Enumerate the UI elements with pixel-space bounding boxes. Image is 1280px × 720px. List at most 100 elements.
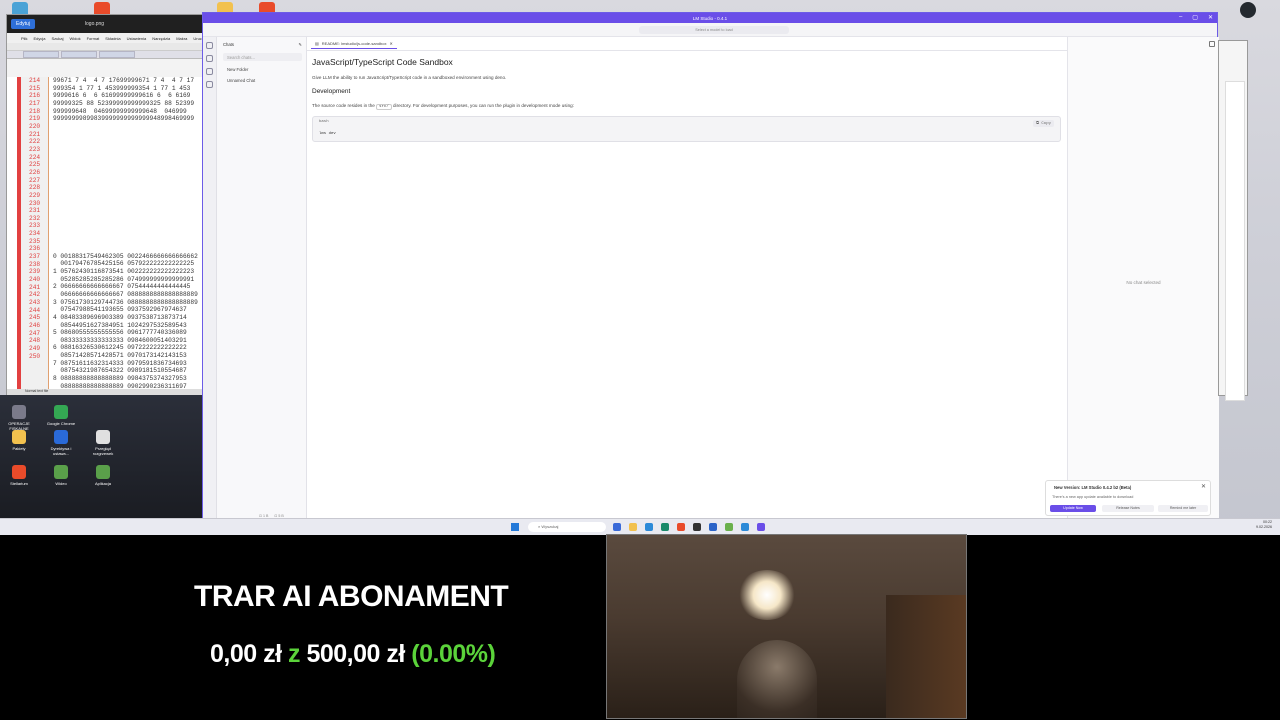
line-number: 231 — [29, 207, 41, 215]
desktop-icon[interactable]: Stellarium — [4, 465, 34, 486]
code-line: 999999648 04699999999999648 046999 — [53, 107, 187, 115]
desktop-icon[interactable]: Wideo — [46, 465, 76, 486]
app-icon[interactable] — [709, 523, 717, 531]
menu-item[interactable]: Uruc — [193, 36, 201, 41]
menu-item[interactable]: Składnia — [105, 36, 120, 41]
desktop-icon[interactable]: Pakiety — [4, 430, 34, 451]
line-number: 214 — [29, 77, 41, 84]
close-icon[interactable]: ✕ — [1208, 14, 1213, 21]
line-number: 248 — [29, 337, 41, 345]
notepad-tab[interactable] — [99, 51, 135, 58]
model-selector[interactable]: Select a model to load — [639, 26, 789, 34]
notepad-tab[interactable] — [23, 51, 59, 58]
update-now-button[interactable]: Update Now — [1050, 505, 1096, 512]
menu-item[interactable]: Makra — [176, 36, 187, 41]
desktop-icon[interactable]: OPERACJE FISKALNE — [4, 405, 34, 431]
desktop-icon-label: Przegląd rozgrzewek — [92, 446, 114, 456]
line-number: 240 — [29, 276, 41, 284]
tab-close-icon[interactable]: ✕ — [389, 41, 392, 46]
amount-target: 500,00 zł — [306, 640, 405, 668]
app-icon[interactable] — [741, 523, 749, 531]
copy-label: Copy — [1041, 122, 1051, 126]
obs-icon[interactable] — [693, 523, 701, 531]
doc-dev-text: The source code resides in the src/ dire… — [312, 103, 1067, 110]
brave-taskbar-icon[interactable] — [677, 523, 685, 531]
remind-later-button[interactable]: Remind me later — [1158, 505, 1208, 512]
explorer-icon[interactable] — [629, 523, 637, 531]
tab-readme[interactable]: ▤ README: lmstudio/js-code-sandbox ✕ — [311, 39, 397, 49]
desktop-icon[interactable]: Aplikacja — [88, 465, 118, 486]
lmstudio-taskbar-icon[interactable] — [757, 523, 765, 531]
code-line: 00179476785425156 057922222222222225 — [53, 260, 195, 268]
developer-icon[interactable] — [206, 55, 213, 62]
desktop-icon[interactable]: Google Chrome — [46, 405, 76, 426]
chats-heading: Chats — [223, 42, 234, 47]
line-number: 233 — [29, 222, 41, 230]
menu-item[interactable]: Widok — [69, 36, 80, 41]
taskbar-search[interactable]: ⌕ Wyszukaj — [528, 522, 606, 532]
edit-button[interactable]: Edytuj — [11, 19, 35, 29]
desktop-icon-label: Aplikacja — [94, 481, 111, 486]
amount-percent: (0.00%) — [411, 640, 496, 668]
menu-item[interactable]: Ustawienia — [127, 36, 147, 41]
clock[interactable]: 00:22 9.02.2026 — [1256, 520, 1272, 530]
code-text[interactable]: 99671 7 4 4 7 17699999671 7 4 4 7 17 9993… — [53, 77, 198, 390]
window-title: LM Studio - 0.4.1 — [692, 15, 728, 21]
maximize-icon[interactable]: ▢ — [1192, 14, 1198, 21]
discover-icon[interactable] — [206, 81, 213, 88]
doc-intro: Give LLM the ability to run JavaScript/T… — [312, 75, 507, 80]
desktop-icon[interactable]: Dyrektywa i ustawa... — [46, 430, 76, 456]
dev-text-a: The source code resides in the — [312, 103, 375, 108]
line-number: 237 — [29, 253, 41, 261]
app-icon[interactable] — [645, 523, 653, 531]
toast-close-icon[interactable]: ✕ — [1201, 483, 1206, 490]
line-number: 247 — [29, 329, 41, 337]
models-icon[interactable] — [206, 68, 213, 75]
overlay-title: TRAR AI ABONAMENT — [194, 580, 509, 613]
desktop-icon-glyph — [54, 405, 68, 419]
windows-start-icon[interactable] — [511, 523, 519, 531]
menu-item[interactable]: Edycja — [33, 36, 45, 41]
code-line: 7 08751611632314333 0979591836734693 — [53, 359, 187, 367]
chat-icon[interactable] — [206, 42, 213, 49]
tab-row: ▤ README: lmstudio/js-code-sandbox ✕ — [307, 37, 1067, 51]
panel-toggle-icon[interactable] — [1209, 41, 1215, 47]
code-line: 999354 1 77 1 453999999354 1 77 1 453 — [53, 84, 191, 92]
new-folder-button[interactable]: New Folder — [217, 61, 306, 72]
notepadpp-icon[interactable] — [725, 523, 733, 531]
menu-item[interactable]: Szukaj — [51, 36, 63, 41]
code-line: 99999325 88 52399999999999325 88 52399 — [53, 99, 195, 107]
notepad-menu: Plik Edycja Szukaj Widok Format Składnia Ustaw… — [7, 33, 203, 43]
code-command: lms dev — [319, 132, 336, 136]
menu-item[interactable]: Narzędzia — [152, 36, 170, 41]
line-number: 217 — [29, 99, 41, 107]
right-panel: No chat selected — [1067, 37, 1219, 521]
notepad-tab[interactable] — [61, 51, 97, 58]
background-door — [886, 595, 966, 718]
release-notes-button[interactable]: Release Notes — [1102, 505, 1154, 512]
notepad-editor[interactable]: 214 215 216 217 218 219 220 221 222 223 224 225 226 2… — [7, 77, 203, 393]
line-number: 224 — [29, 153, 41, 161]
minimize-icon[interactable]: – — [1179, 14, 1182, 21]
code-line: 99999999899839999999999999948998469999 — [53, 115, 195, 123]
line-number: 215 — [29, 84, 41, 92]
line-number: 242 — [29, 291, 41, 299]
github-icon[interactable] — [1240, 2, 1256, 18]
inline-code: src/ — [376, 104, 392, 110]
code-line: 06666666666666667 0888888888888888889 — [53, 290, 198, 298]
lmstudio-window: LM Studio - 0.4.1 – ▢ ✕ Select a model t… — [202, 12, 1219, 521]
new-chat-icon[interactable]: ✎ — [298, 42, 302, 47]
desktop-icon[interactable]: Przegląd rozgrzewek — [88, 430, 118, 456]
menu-item[interactable]: Plik — [21, 36, 27, 41]
search-chats-input[interactable]: Search chats... — [223, 53, 302, 61]
menu-item[interactable]: Format — [87, 36, 100, 41]
line-number-gutter: 214 215 216 217 218 219 220 221 222 223 224 225 226 2… — [21, 77, 49, 393]
taskview-icon[interactable] — [613, 523, 621, 531]
notepad-toolbar[interactable] — [7, 43, 203, 51]
app-icon[interactable] — [661, 523, 669, 531]
chat-item[interactable]: Unnamed Chat — [217, 72, 306, 83]
copy-button[interactable]: ⧉ Copy — [1033, 120, 1054, 127]
